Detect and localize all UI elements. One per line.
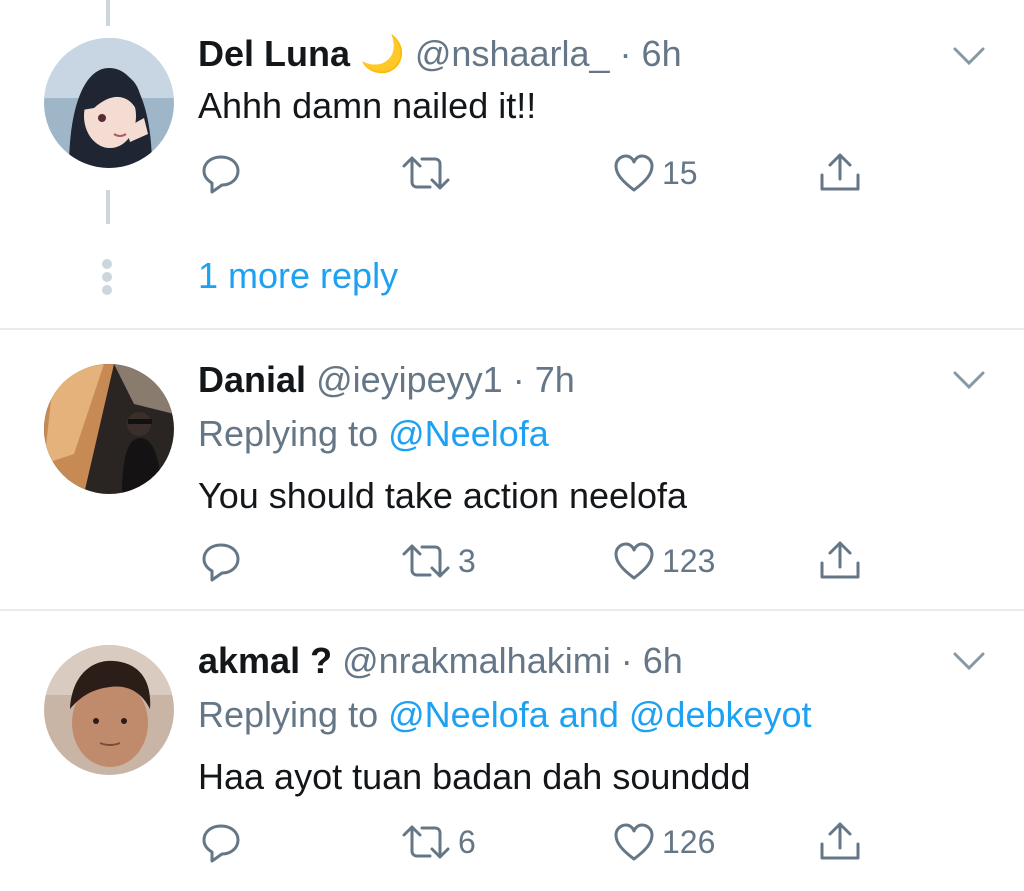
tweet-time[interactable]: 6h (643, 640, 683, 681)
mention-link[interactable]: @debkeyot (629, 694, 812, 735)
replying-to-label: Replying to (198, 694, 379, 735)
like-button[interactable]: 126 (612, 817, 715, 867)
share-icon (820, 822, 860, 860)
separator-dot: · (502, 359, 535, 400)
separator-dot: · (610, 640, 643, 681)
reply-button[interactable] (200, 148, 242, 198)
tweet[interactable]: akmal ? @nrakmalhakimi · 6h Replying to … (0, 611, 1024, 891)
mention-conjunction: and (558, 694, 619, 735)
share-icon (820, 541, 860, 579)
share-button[interactable] (818, 148, 862, 198)
reply-icon (202, 824, 240, 863)
share-icon (820, 153, 860, 191)
like-icon (614, 542, 654, 580)
display-name[interactable]: Danial (198, 359, 306, 400)
retweet-button[interactable]: 6 (400, 817, 476, 867)
retweet-icon (402, 544, 450, 578)
mention-link[interactable]: @Neelofa (388, 694, 549, 735)
tweet-text: You should take action neelofa (198, 475, 688, 516)
replying-to: Replying to @Neelofa and @debkeyot (198, 693, 812, 737)
tweet-actions: 15 (0, 148, 1024, 198)
separator-dot: · (609, 33, 642, 74)
chevron-down-icon[interactable] (952, 370, 986, 392)
reply-icon (202, 155, 240, 194)
tweet-time[interactable]: 7h (535, 359, 575, 400)
tweet-header: akmal ? @nrakmalhakimi · 6h (198, 639, 683, 683)
avatar[interactable] (44, 645, 174, 775)
tweet-actions: 6 126 (0, 817, 1024, 867)
display-name[interactable]: Del Luna (198, 33, 350, 74)
like-button[interactable]: 15 (612, 148, 698, 198)
replying-to-label: Replying to (198, 413, 379, 454)
reply-button[interactable] (200, 536, 242, 586)
like-icon (614, 823, 654, 861)
mention-link[interactable]: @Neelofa (388, 413, 549, 454)
retweet-icon (402, 825, 450, 859)
tweet-time[interactable]: 6h (642, 33, 682, 74)
user-handle[interactable]: @nshaarla_ (415, 33, 610, 74)
replying-to: Replying to @Neelofa (198, 412, 549, 456)
user-handle[interactable]: @nrakmalhakimi (342, 640, 611, 681)
reply-button[interactable] (200, 817, 242, 867)
like-button[interactable]: 123 (612, 536, 715, 586)
retweet-button[interactable] (400, 148, 458, 198)
avatar[interactable] (44, 364, 174, 494)
avatar-image (44, 364, 174, 494)
user-handle[interactable]: @ieyipeyy1 (316, 359, 503, 400)
retweet-count: 6 (458, 823, 476, 860)
avatar-image (44, 645, 174, 775)
like-count: 15 (662, 154, 698, 191)
display-name[interactable]: akmal ? (198, 640, 332, 681)
tweet[interactable]: Danial @ieyipeyy1 · 7h Replying to @Neel… (0, 330, 1024, 610)
tweet-text: Haa ayot tuan badan dah sounddd (198, 756, 751, 797)
retweet-icon (402, 156, 450, 190)
share-button[interactable] (818, 536, 862, 586)
like-icon (614, 154, 654, 192)
retweet-button[interactable]: 3 (400, 536, 476, 586)
like-count: 126 (662, 823, 716, 860)
reply-icon (202, 543, 240, 582)
tweet-actions: 3 123 (0, 536, 1024, 586)
chevron-down-icon[interactable] (952, 651, 986, 673)
retweet-count: 3 (458, 542, 476, 579)
like-count: 123 (662, 542, 716, 579)
tweet-text: Ahhh damn nailed it!! (198, 85, 537, 126)
chevron-down-icon[interactable] (952, 46, 986, 68)
tweet[interactable]: Del Luna 🌙 @nshaarla_ · 6h Ahhh damn nai… (0, 0, 1024, 330)
tweet-header: Danial @ieyipeyy1 · 7h (198, 358, 575, 402)
moon-emoji-icon: 🌙 (360, 33, 405, 74)
tweet-header: Del Luna 🌙 @nshaarla_ · 6h (198, 32, 682, 76)
share-button[interactable] (818, 817, 862, 867)
